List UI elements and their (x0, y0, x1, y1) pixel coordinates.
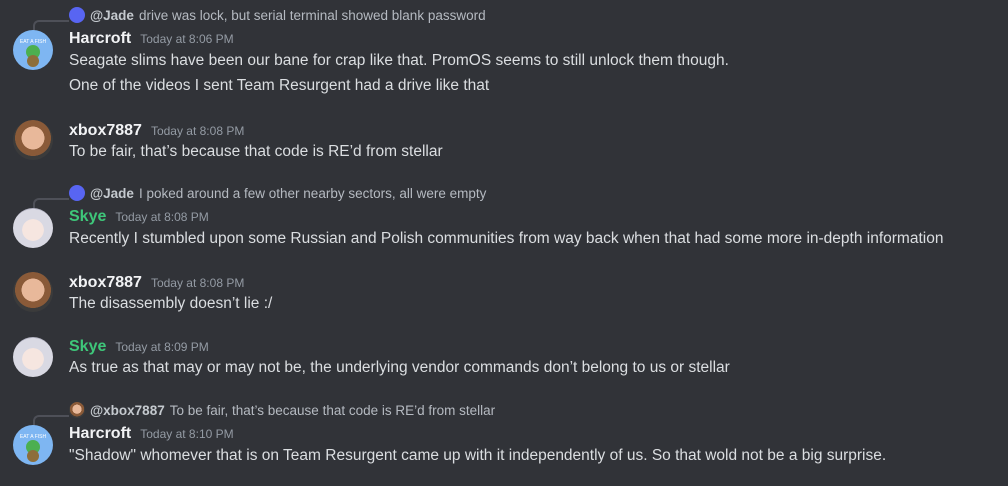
message-text: The disassembly doesn’t lie :/ (69, 295, 273, 312)
avatar[interactable] (13, 208, 53, 248)
discord-avatar-icon (69, 185, 85, 201)
reply-preview[interactable]: @Jade I poked around a few other nearby s… (69, 185, 486, 201)
discord-avatar-icon (69, 7, 85, 23)
reply-spine (33, 415, 69, 426)
message-text: "Shadow" whomever that is on Team Resurg… (69, 447, 887, 464)
reply-text: I poked around a few other nearby sector… (138, 185, 487, 201)
reply-preview[interactable]: @Jade drive was lock, but serial terminal… (69, 7, 486, 23)
avatar[interactable] (13, 337, 53, 377)
avatar-text: EAT A FISH (19, 434, 47, 440)
reply-mention[interactable]: @Jade (90, 186, 134, 201)
timestamp: Today at 8:10 PM (140, 427, 234, 441)
message-text: As true as that may or may not be, the u… (69, 359, 730, 376)
avatar[interactable]: EAT A FISH (13, 425, 53, 465)
message-text: To be fair, that’s because that code is … (69, 143, 443, 160)
timestamp: Today at 8:08 PM (115, 210, 209, 224)
author-name[interactable]: xbox7887 (69, 122, 142, 140)
turtle-icon (26, 45, 40, 67)
message-text: Recently I stumbled upon some Russian an… (69, 230, 944, 247)
avatar[interactable] (13, 120, 53, 160)
author-name[interactable]: Skye (69, 338, 106, 356)
reply-preview[interactable]: @xbox7887 To be fair, that’s because that… (69, 402, 495, 418)
author-name[interactable]: Harcroft (69, 30, 131, 48)
avatar[interactable]: EAT A FISH (13, 30, 53, 70)
message-text: One of the videos I sent Team Resurgent … (69, 77, 490, 94)
timestamp: Today at 8:08 PM (150, 276, 245, 290)
reply-text: To be fair, that’s because that code is … (169, 402, 496, 418)
author-name[interactable]: Harcroft (69, 425, 131, 443)
reply-mention[interactable]: @Jade (90, 8, 134, 23)
reply-spine (33, 198, 69, 209)
avatar[interactable] (13, 272, 53, 312)
reply-spine (33, 20, 69, 31)
reply-avatar-icon (69, 402, 85, 418)
author-name[interactable]: xbox7887 (69, 274, 142, 292)
reply-text: drive was lock, but serial terminal show… (138, 7, 486, 23)
timestamp: Today at 8:09 PM (115, 340, 209, 354)
timestamp: Today at 8:08 PM (150, 124, 245, 138)
message-text: Seagate slims have been our bane for cra… (69, 52, 729, 69)
author-name[interactable]: Skye (69, 208, 106, 226)
turtle-icon (26, 440, 40, 462)
avatar-text: EAT A FISH (19, 39, 47, 45)
timestamp: Today at 8:06 PM (140, 32, 234, 46)
reply-mention[interactable]: @xbox7887 (90, 403, 165, 418)
